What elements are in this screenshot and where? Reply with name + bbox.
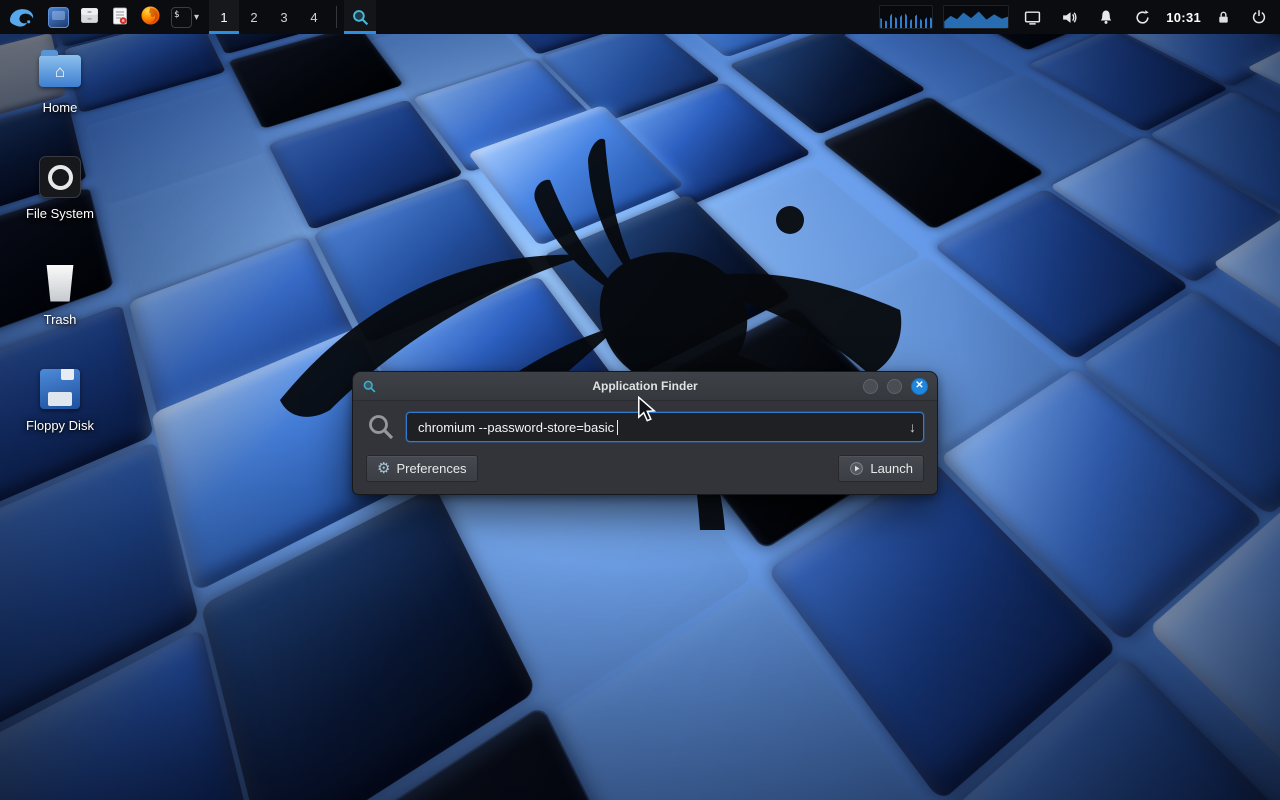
power-button[interactable] [1246, 0, 1272, 34]
document-seal-icon [110, 6, 130, 26]
desktop-icon-floppy[interactable]: Floppy Disk [12, 366, 108, 472]
floppy-icon [36, 366, 84, 412]
volume-button[interactable] [1056, 0, 1083, 34]
sparkline-bars [880, 6, 932, 28]
workspace-button-2[interactable]: 2 [239, 0, 269, 34]
house-glyph: ⌂ [55, 63, 65, 80]
kali-logo-icon [8, 6, 35, 29]
display-icon [1024, 9, 1041, 26]
speaker-icon [1061, 9, 1078, 26]
drive-icon [36, 154, 84, 200]
system-monitor-graph[interactable] [943, 5, 1009, 29]
file-manager-launcher[interactable] [79, 5, 100, 29]
notifications-button[interactable] [1093, 0, 1119, 34]
desktop-icon-label: File System [26, 206, 94, 221]
panel-tray: 10:31 [879, 0, 1272, 34]
terminal-prompt-glyph: $ [174, 10, 179, 25]
desktop-icon-label: Trash [44, 312, 77, 327]
updates-button[interactable] [1129, 0, 1156, 34]
close-icon: ✕ [915, 381, 923, 391]
search-row: chromium --password-store=basic ↓ [366, 412, 924, 442]
clock[interactable]: 10:31 [1166, 10, 1201, 25]
desktop-icon-label: Floppy Disk [26, 418, 94, 433]
top-panel: $ ▾ 1 2 3 4 [0, 0, 1280, 34]
kali-menu-button[interactable] [3, 0, 40, 34]
file-cabinet-icon [79, 5, 100, 26]
close-button[interactable]: ✕ [911, 378, 928, 395]
workspace-label: 4 [310, 10, 317, 25]
workspace-button-3[interactable]: 3 [269, 0, 299, 34]
terminal-launcher[interactable]: $ ▾ [171, 7, 199, 28]
text-caret [617, 420, 618, 435]
bell-icon [1098, 9, 1114, 25]
workspace-button-4[interactable]: 4 [299, 0, 329, 34]
text-editor-launcher[interactable] [110, 6, 130, 29]
workspace-label: 3 [280, 10, 287, 25]
maximize-button[interactable] [887, 379, 902, 394]
firefox-launcher[interactable] [140, 5, 161, 29]
gear-icon: ⚙ [377, 461, 390, 476]
command-text: chromium --password-store=basic [418, 420, 614, 435]
window-magnifier-icon [362, 379, 377, 394]
titlebar[interactable]: Application Finder ✕ [353, 372, 937, 401]
firefox-icon [140, 5, 161, 26]
search-icon [366, 412, 396, 442]
history-dropdown-icon[interactable]: ↓ [909, 419, 916, 435]
desktop-icon-label: Home [43, 100, 78, 115]
minimize-button[interactable] [863, 379, 878, 394]
workspace-label: 2 [250, 10, 257, 25]
button-row: ⚙ Preferences Launch [366, 455, 924, 482]
magnifier-icon [351, 8, 370, 27]
command-input[interactable]: chromium --password-store=basic ↓ [406, 412, 924, 442]
home-icon: ⌂ [36, 48, 84, 94]
panel-separator [336, 6, 337, 28]
trash-icon [36, 260, 84, 306]
launch-icon [849, 461, 864, 476]
dialog-body: chromium --password-store=basic ↓ ⚙ Pref… [353, 401, 937, 494]
refresh-icon [1134, 9, 1151, 26]
power-icon [1251, 9, 1267, 25]
system-monitor-sparkline[interactable] [879, 5, 933, 29]
desktop-icon-list: ⌂ Home File System Trash Floppy Disk [12, 48, 108, 472]
application-finder-window: Application Finder ✕ chromium --password… [352, 371, 938, 495]
lock-icon [1216, 10, 1231, 25]
app-finder-task-button[interactable] [344, 0, 376, 34]
workspace-label: 1 [220, 10, 227, 25]
preferences-label: Preferences [396, 461, 466, 476]
terminal-icon: $ [171, 7, 192, 28]
window-controls: ✕ [863, 378, 928, 395]
window-icon [52, 11, 65, 20]
preferences-button[interactable]: ⚙ Preferences [366, 455, 478, 482]
show-desktop-button[interactable] [48, 7, 69, 28]
display-settings-button[interactable] [1019, 0, 1046, 34]
quick-launchers: $ ▾ [48, 5, 199, 29]
desktop-icon-file-system[interactable]: File System [12, 154, 108, 260]
chevron-down-icon[interactable]: ▾ [194, 12, 199, 23]
workspace-button-1[interactable]: 1 [209, 0, 239, 34]
launch-label: Launch [870, 461, 913, 476]
lock-screen-button[interactable] [1211, 0, 1236, 34]
desktop-icon-trash[interactable]: Trash [12, 260, 108, 366]
workspace-switcher: 1 2 3 4 [209, 0, 329, 34]
desktop-icon-home[interactable]: ⌂ Home [12, 48, 108, 154]
window-title: Application Finder [353, 379, 937, 393]
graph-area [944, 6, 1008, 28]
launch-button[interactable]: Launch [838, 455, 924, 482]
